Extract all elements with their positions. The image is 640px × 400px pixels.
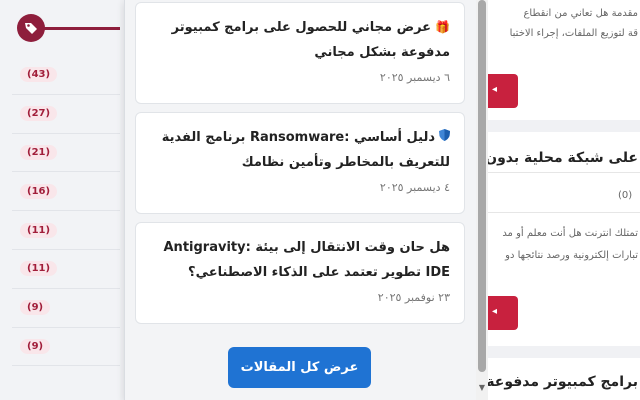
category-row[interactable]: (43) (12, 56, 120, 95)
divider (488, 346, 640, 358)
divider (488, 120, 640, 132)
section-underline (42, 27, 120, 30)
category-count-list: (43) (27) (21) (16) (11) (11) (9) (9) (12, 56, 120, 367)
count-badge: (11) (20, 222, 58, 238)
category-row[interactable]: (11) (12, 211, 120, 250)
articles-dropdown: 🎁عرض مجاني للحصول على برامج كمبيوتر مدفو… (124, 0, 478, 400)
scroll-down-arrow-icon[interactable]: ▼ (478, 384, 486, 392)
bg-intro-line: مقدمة هل تعاني من انقطاع (523, 8, 638, 19)
tag-icon (17, 14, 45, 42)
count-badge: (9) (20, 338, 51, 354)
bg-article-heading[interactable]: على شبكة محلية بدون (488, 150, 638, 166)
background-article-list: مقدمة هل تعاني من انقطاع قة لتوزيع الملف… (488, 0, 640, 400)
view-all-articles-button[interactable]: عرض كل المقالات (228, 347, 371, 388)
divider (488, 212, 640, 213)
count-badge: (11) (20, 261, 58, 277)
scrollbar-thumb[interactable] (478, 0, 486, 372)
category-sidebar: (43) (27) (21) (16) (11) (11) (9) (9) (0, 0, 120, 400)
category-row[interactable]: (27) (12, 95, 120, 134)
article-title[interactable]: 🎁عرض مجاني للحصول على برامج كمبيوتر مدفو… (150, 15, 450, 65)
category-row[interactable]: (16) (12, 172, 120, 212)
article-title[interactable]: دليل أساسي :Ransomware برنامج الفدية للت… (150, 125, 450, 175)
count-badge: (21) (20, 144, 58, 160)
bg-article-heading[interactable]: برامج كمبيوتر مدفوعة (488, 374, 638, 390)
count-badge: (43) (20, 67, 58, 83)
read-more-button[interactable]: ◂ (488, 74, 518, 108)
article-date: ٤ ديسمبر ٢٠٢٥ (379, 181, 450, 194)
article-title[interactable]: هل حان وقت الانتقال إلى بيئة :Antigravit… (150, 235, 451, 285)
category-row[interactable]: (9) (12, 328, 120, 367)
category-row[interactable]: (21) (12, 134, 120, 173)
article-card[interactable]: دليل أساسي :Ransomware برنامج الفدية للت… (135, 112, 465, 214)
count-badge: (16) (20, 183, 58, 199)
article-card[interactable]: 🎁عرض مجاني للحصول على برامج كمبيوتر مدفو… (135, 2, 465, 104)
category-row[interactable]: (9) (12, 289, 120, 328)
count-badge: (9) (20, 300, 51, 316)
comment-count: (0) (618, 190, 633, 201)
gift-icon: 🎁 (435, 20, 450, 34)
category-row[interactable]: (11) (12, 250, 120, 289)
bg-excerpt-line: تمتلك انترنت هل أنت معلم أو مد (502, 228, 638, 239)
divider (488, 172, 640, 173)
read-more-button[interactable]: ◂ (488, 296, 518, 330)
shield-icon (439, 125, 450, 150)
article-card[interactable]: هل حان وقت الانتقال إلى بيئة :Antigravit… (135, 222, 465, 324)
bg-intro-line: قة لتوزيع الملفات، إجراء الاختبا (509, 28, 638, 39)
count-badge: (27) (20, 106, 58, 122)
article-date: ٢٣ نوفمبر ٢٠٢٥ (377, 291, 450, 304)
article-date: ٦ ديسمبر ٢٠٢٥ (379, 71, 450, 84)
bg-excerpt-line: تبارات إلكترونية ورصد نتائجها دو (505, 250, 638, 261)
